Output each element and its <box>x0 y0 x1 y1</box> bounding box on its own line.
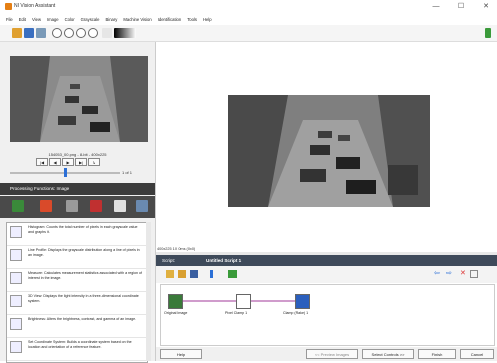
new-script-icon[interactable] <box>166 270 174 278</box>
close-button[interactable]: ✕ <box>477 1 495 13</box>
cancel-button[interactable]: Cancel <box>460 349 494 359</box>
preview-images-button[interactable]: << Preview Images <box>306 349 358 359</box>
step-label: Clamp (Rake) 1 <box>283 311 309 315</box>
image-slider-thumb[interactable] <box>64 168 67 177</box>
image-status-text: 400x225 1X 0ms (0x0) <box>157 247 196 251</box>
function-brightness[interactable]: Brightness: Alters the brightness, contr… <box>7 315 147 338</box>
color-category-icon[interactable] <box>40 200 52 212</box>
histogram-icon <box>10 226 22 238</box>
run-script-icon[interactable] <box>228 270 237 278</box>
open-script-icon[interactable] <box>178 270 186 278</box>
menu-binary[interactable]: Binary <box>106 16 118 24</box>
menu-identification[interactable]: Identification <box>158 16 182 24</box>
zoom-in-icon[interactable] <box>52 28 62 38</box>
move-step-left-icon[interactable]: ⇦ <box>434 270 441 278</box>
menu-image[interactable]: Image <box>47 16 59 24</box>
menu-machine-vision[interactable]: Machine Vision <box>123 16 151 24</box>
coordinate-system-icon <box>10 341 22 353</box>
run-icon[interactable] <box>485 28 491 38</box>
identification-category-icon[interactable] <box>136 200 148 212</box>
acquire-image-icon[interactable] <box>24 28 34 38</box>
finish-button[interactable]: Finish <box>418 349 456 359</box>
menu-file[interactable]: File <box>6 16 13 24</box>
browse-images-icon[interactable] <box>36 28 46 38</box>
delete-step-icon[interactable]: ✕ <box>460 270 467 278</box>
script-header: Script: Untitled Script 1 <box>156 255 497 266</box>
step-label: Original Image <box>164 311 188 315</box>
menu-color[interactable]: Color <box>65 16 75 24</box>
select-controls-button[interactable]: Select Controls >> <box>362 349 414 359</box>
image-category-icon[interactable] <box>12 200 24 212</box>
zoom-fit-icon[interactable] <box>76 28 86 38</box>
main-toolbar <box>0 25 497 42</box>
function-category-tabs <box>0 196 155 218</box>
line-profile-icon <box>10 249 22 261</box>
app-icon <box>5 3 12 10</box>
function-set-coordinate-system[interactable]: Set Coordinate System: Builds a coordina… <box>7 338 147 361</box>
last-image-button[interactable]: ▶| <box>75 158 87 166</box>
menu-tools[interactable]: Tools <box>187 16 197 24</box>
processing-functions-header: Processing Functions: Image <box>0 183 155 195</box>
goto-image-button[interactable]: ↳ <box>88 158 100 166</box>
function-measure[interactable]: Measure: Calculates measurement statisti… <box>7 269 147 292</box>
previous-image-button[interactable]: ◀ <box>49 158 61 166</box>
bottom-button-bar: Help << Preview Images Select Controls >… <box>156 347 497 361</box>
open-image-icon[interactable] <box>12 28 22 38</box>
grayscale-category-icon[interactable] <box>66 200 78 212</box>
script-step-original-image[interactable] <box>168 294 183 309</box>
script-step-clamp-rake[interactable] <box>295 294 310 309</box>
minimize-button[interactable]: — <box>427 1 445 13</box>
script-properties-icon[interactable] <box>470 270 478 278</box>
title-bar <box>0 0 497 14</box>
3d-view-icon <box>10 295 22 307</box>
main-image[interactable] <box>228 95 430 207</box>
machine-vision-category-icon[interactable] <box>114 200 126 212</box>
maximize-button[interactable]: ☐ <box>452 1 470 13</box>
window-title: NI Vision Assistant <box>14 3 56 9</box>
move-step-right-icon[interactable]: ⇨ <box>446 270 453 278</box>
next-image-button[interactable]: ▶ <box>62 158 74 166</box>
run-once-icon[interactable] <box>210 270 213 278</box>
help-button[interactable]: Help <box>160 349 202 359</box>
zoom-actual-icon[interactable] <box>88 28 98 38</box>
script-canvas: Original Image Pixel Clamp 1 Clamp (Rake… <box>160 284 495 346</box>
image-thumbnail[interactable] <box>10 56 148 142</box>
binary-category-icon[interactable] <box>90 200 102 212</box>
image-page-indicator: 1 of 1 <box>122 170 133 175</box>
measure-icon <box>10 272 22 284</box>
script-step-pixel-clamp[interactable] <box>236 294 251 309</box>
menu-view[interactable]: View <box>32 16 41 24</box>
menu-bar: File Edit View Image Color Grayscale Bin… <box>0 16 497 24</box>
menu-help[interactable]: Help <box>203 16 212 24</box>
script-title: Untitled Script 1 <box>206 258 242 263</box>
save-script-icon[interactable] <box>190 270 198 278</box>
function-histogram[interactable]: Histogram: Counts the total number of pi… <box>7 223 147 246</box>
image-navigation: |◀ ◀ ▶ ▶| ↳ <box>36 158 100 166</box>
image-info-caption: 154053_00.png - 8-bit - 400x225 <box>48 152 107 157</box>
menu-edit[interactable]: Edit <box>19 16 26 24</box>
function-list-scrollbar[interactable] <box>146 222 151 361</box>
menu-grayscale[interactable]: Grayscale <box>81 16 100 24</box>
first-image-button[interactable]: |◀ <box>36 158 48 166</box>
function-list: Histogram: Counts the total number of pi… <box>6 222 148 363</box>
pointer-icon[interactable] <box>102 28 112 38</box>
brightness-icon <box>10 318 22 330</box>
script-label: Script: <box>162 258 176 263</box>
function-line-profile[interactable]: Line Profile: Displays the grayscale dis… <box>7 246 147 269</box>
step-label: Pixel Clamp 1 <box>225 311 248 315</box>
zoom-out-icon[interactable] <box>64 28 74 38</box>
script-toolbar: ⇦ ⇨ ✕ <box>156 266 497 283</box>
grayscale-palette-icon[interactable] <box>114 28 136 38</box>
function-3d-view[interactable]: 3D View: Displays the light intensity in… <box>7 292 147 315</box>
